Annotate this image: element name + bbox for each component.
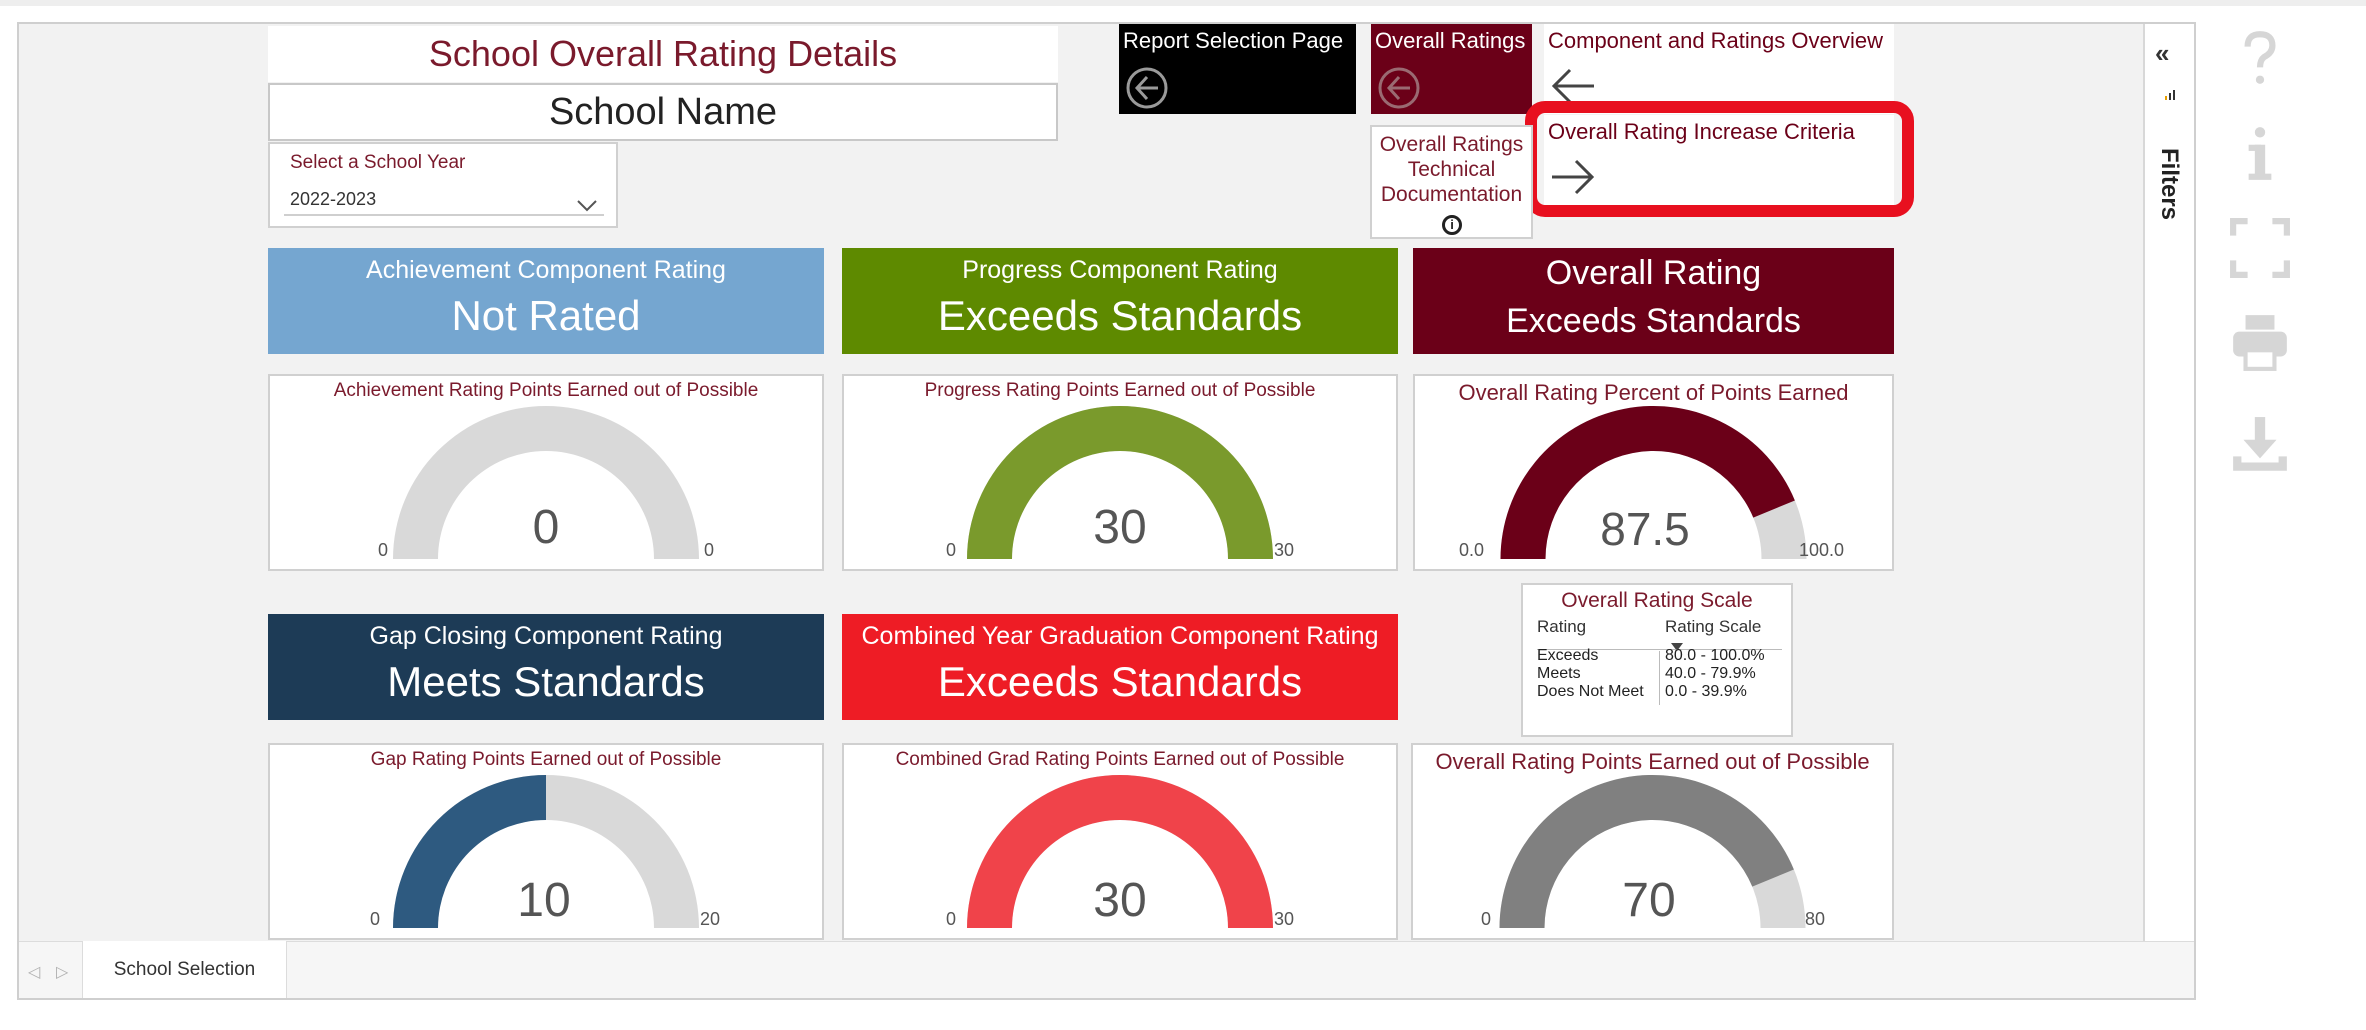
achievement-rating-card: Achievement Component Rating Not Rated <box>268 248 824 354</box>
scale-row: Does Not Meet 0.0 - 39.9% <box>1537 683 1782 701</box>
question-mark-icon[interactable] <box>2225 22 2295 92</box>
scale-row: Exceeds 80.0 - 100.0% <box>1537 647 1782 665</box>
gauge-max-label: 0 <box>704 540 715 560</box>
gauge-value-label: 0 <box>532 501 560 554</box>
scale-column-rating[interactable]: Rating <box>1537 617 1586 637</box>
gauge-min-label: 0 <box>946 540 957 560</box>
component-overview-label: Component and Ratings Overview <box>1548 28 1884 53</box>
report-selection-button[interactable]: Report Selection Page <box>1119 24 1356 114</box>
progress-gauge: Progress Rating Points Earned out of Pos… <box>842 374 1398 571</box>
collapse-chevron-icon[interactable]: « <box>2155 38 2169 69</box>
overall-ratings-button[interactable]: Overall Ratings <box>1371 24 1532 114</box>
highlight-annotation <box>1525 101 1914 217</box>
gap-card-value: Meets Standards <box>387 658 705 705</box>
tech-doc-line-1: Overall Ratings <box>1379 133 1524 156</box>
gauge-max-label: 20 <box>700 909 721 929</box>
combined-grad-gauge: Combined Grad Rating Points Earned out o… <box>842 743 1398 940</box>
scale-row-rating: Meets <box>1537 665 1581 682</box>
scale-row-range: 80.0 - 100.0% <box>1665 647 1765 664</box>
gauge-value-label: 30 <box>1093 501 1147 554</box>
gauge-max-label: 80 <box>1805 909 1826 929</box>
printer-icon[interactable] <box>2225 307 2295 377</box>
tab-school-selection[interactable]: School Selection <box>82 941 287 998</box>
gauge-max-label: 100.0 <box>1799 540 1845 560</box>
progress-card-title: Progress Component Rating <box>962 256 1278 284</box>
technical-documentation-button[interactable]: Overall Ratings Technical Documentation … <box>1370 125 1533 239</box>
page-title: School Overall Rating Details <box>268 26 1058 82</box>
back-circle-icon <box>1125 66 1169 115</box>
year-slicer: Select a School Year 2022-2023 <box>268 142 618 228</box>
achievement-gauge: Achievement Rating Points Earned out of … <box>268 374 824 571</box>
gauge-max-label: 30 <box>1274 909 1295 929</box>
scale-row-rating: Does Not Meet <box>1537 683 1644 700</box>
achievement-card-value: Not Rated <box>451 292 641 339</box>
overall-rating-card: Overall Rating Exceeds Standards <box>1413 248 1894 354</box>
tech-doc-line-2: Technical <box>1407 158 1496 181</box>
fullscreen-icon[interactable] <box>2225 213 2295 283</box>
scale-title: Overall Rating Scale <box>1561 589 1753 612</box>
gauge-min-label: 0.0 <box>1459 540 1485 560</box>
scale-row-range: 40.0 - 79.9% <box>1665 665 1756 682</box>
gauge-min-label: 0 <box>370 909 381 929</box>
info-icon: i <box>1442 215 1462 235</box>
overall-card-title: Overall Rating <box>1545 254 1762 292</box>
gauge-value-label: 10 <box>517 874 571 927</box>
year-slicer-label: Select a School Year <box>290 152 466 173</box>
gap-closing-rating-card: Gap Closing Component Rating Meets Stand… <box>268 614 824 720</box>
scale-row: Meets 40.0 - 79.9% <box>1537 665 1782 683</box>
overall-card-value: Exceeds Standards <box>1506 302 1801 340</box>
rating-scale-table: Overall Rating Scale Rating Rating Scale… <box>1521 583 1793 737</box>
progress-rating-card: Progress Component Rating Exceeds Standa… <box>842 248 1398 354</box>
scale-row-range: 0.0 - 39.9% <box>1665 683 1747 700</box>
app-window: School Overall Rating Details School Nam… <box>0 0 2366 1030</box>
filter-bars-icon <box>2164 88 2178 107</box>
download-icon[interactable] <box>2225 411 2295 481</box>
back-circle-icon <box>1377 66 1421 115</box>
overall-points-gauge: Overall Rating Points Earned out of Poss… <box>1411 743 1894 940</box>
gauge-value-label: 87.5 <box>1600 503 1690 555</box>
graduation-rating-card: Combined Year Graduation Component Ratin… <box>842 614 1398 720</box>
progress-card-value: Exceeds Standards <box>937 292 1303 339</box>
year-dropdown[interactable]: 2022-2023 <box>284 182 604 216</box>
page-tab-bar <box>19 941 2194 998</box>
grad-card-title: Combined Year Graduation Component Ratin… <box>861 622 1379 650</box>
tab-scroll-right-icon[interactable]: ▷ <box>56 962 68 982</box>
gauge-value-label: 70 <box>1622 874 1676 927</box>
report-selection-label: Report Selection Page <box>1123 28 1344 53</box>
top-border <box>0 0 2366 6</box>
chevron-down-icon <box>576 190 598 224</box>
tab-scroll-left-icon[interactable]: ◁ <box>28 962 40 982</box>
year-dropdown-value: 2022-2023 <box>290 189 377 209</box>
overall-percent-gauge: Overall Rating Percent of Points Earned … <box>1413 374 1894 571</box>
gauge-min-label: 0 <box>946 909 957 929</box>
gauge-min-label: 0 <box>378 540 389 560</box>
filters-label[interactable]: Filters <box>2139 148 2199 220</box>
school-name: School Name <box>268 83 1058 141</box>
tech-doc-line-3: Documentation <box>1380 183 1523 206</box>
overall-ratings-label: Overall Ratings <box>1375 28 1526 53</box>
gauge-value-label: 30 <box>1093 874 1147 927</box>
gap-gauge: Gap Rating Points Earned out of Possible… <box>268 743 824 940</box>
scale-row-rating: Exceeds <box>1537 647 1599 664</box>
grad-card-value: Exceeds Standards <box>937 658 1303 705</box>
achievement-card-title: Achievement Component Rating <box>366 256 726 284</box>
gap-card-title: Gap Closing Component Rating <box>369 622 723 650</box>
info-icon[interactable] <box>2225 118 2295 188</box>
gauge-max-label: 30 <box>1274 540 1295 560</box>
gauge-min-label: 0 <box>1481 909 1492 929</box>
scale-column-range[interactable]: Rating Scale <box>1665 617 1761 637</box>
